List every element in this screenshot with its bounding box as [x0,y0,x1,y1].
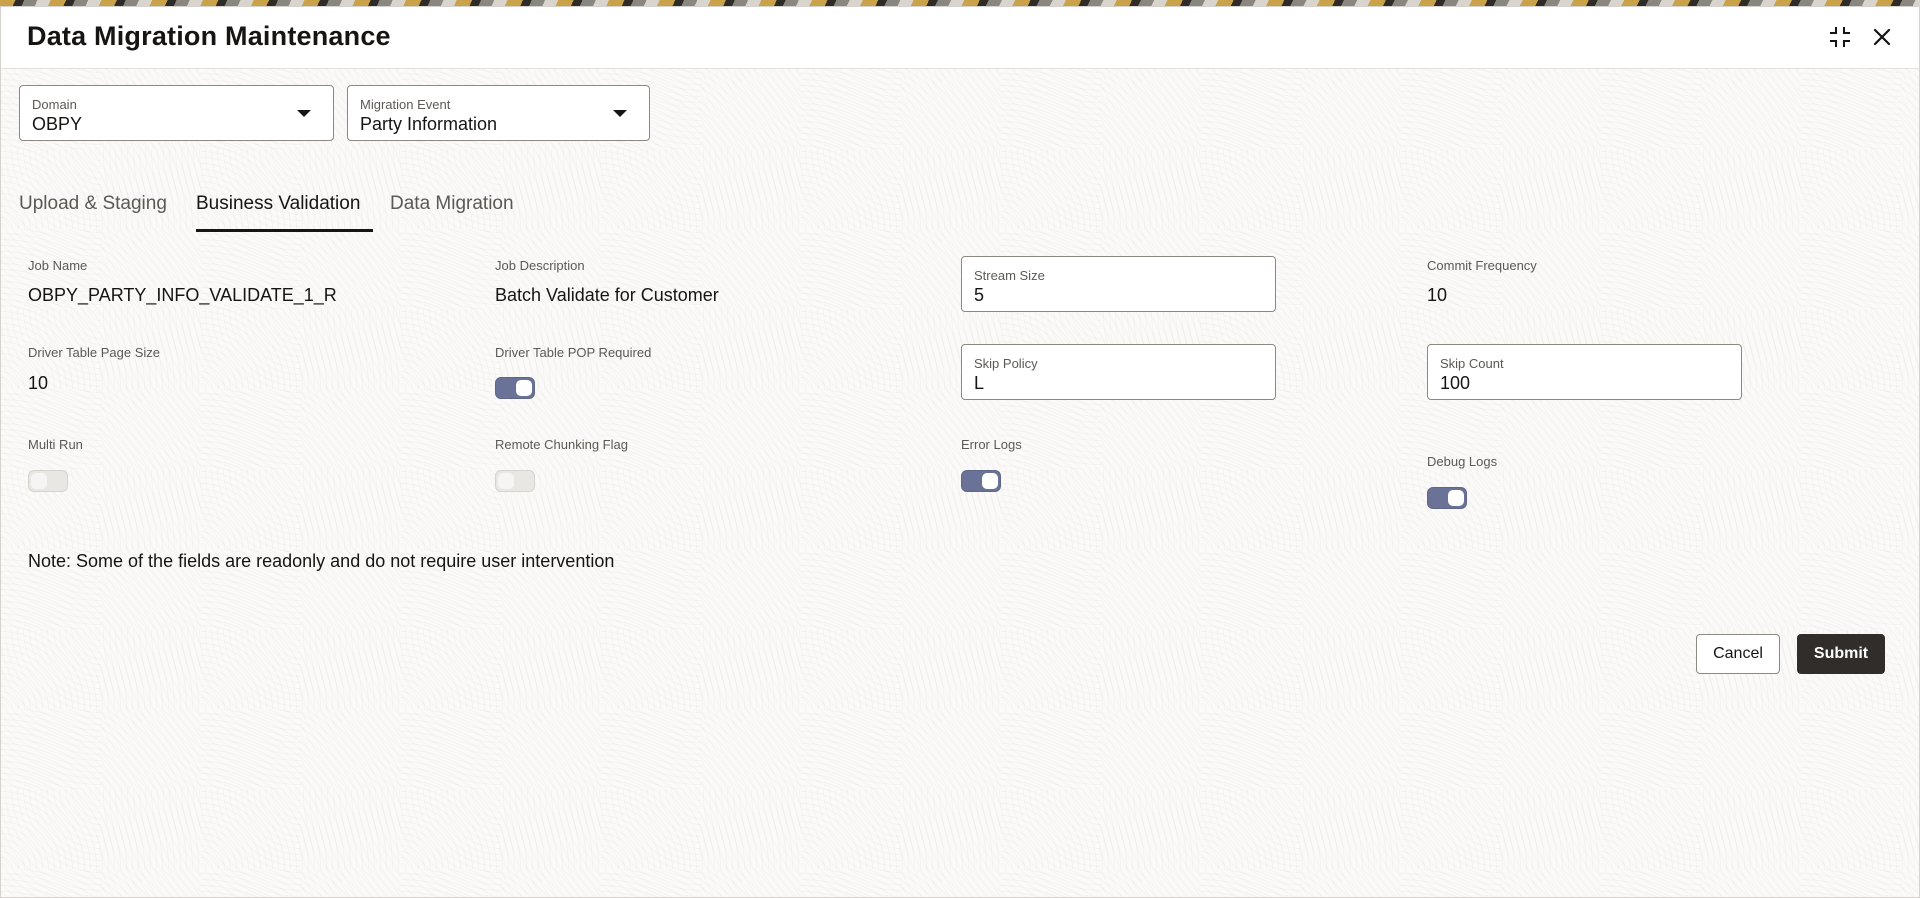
skip-count-label: Skip Count [1440,356,1504,371]
tab-business-validation[interactable]: Business Validation [196,193,360,215]
migration-event-value: Party Information [360,114,498,134]
chevron-down-icon [613,110,627,117]
toggle-knob [498,473,514,489]
remote-chunking-flag-toggle [495,470,535,492]
stream-size-label: Stream Size [974,268,1045,283]
skip-policy-value: L [974,373,985,393]
driver-table-page-size-value: 10 [28,373,49,393]
migration-event-select[interactable]: Migration Event Party Information [347,85,650,141]
error-logs-label: Error Logs [961,437,1022,452]
domain-label: Domain [32,97,77,112]
skip-count-input[interactable]: Skip Count 100 [1427,344,1742,400]
job-description-label: Job Description [495,258,585,273]
remote-chunking-flag-label: Remote Chunking Flag [495,437,628,452]
dialog-title: Data Migration Maintenance [27,21,391,51]
skip-policy-label: Skip Policy [974,356,1038,371]
skip-count-value: 100 [1440,373,1471,393]
stream-size-value: 5 [974,285,985,305]
job-name-label: Job Name [28,258,88,273]
job-name-value: OBPY_PARTY_INFO_VALIDATE_1_R [28,285,337,305]
skip-policy-input[interactable]: Skip Policy L [961,344,1276,400]
domain-value: OBPY [32,114,83,134]
debug-logs-label: Debug Logs [1427,454,1498,469]
tab-data-migration[interactable]: Data Migration [390,193,514,215]
submit-button[interactable]: Submit [1797,634,1885,674]
toggle-knob [1448,490,1464,506]
toggle-knob [516,380,532,396]
dialog-header: Data Migration Maintenance [1,7,1919,69]
commit-frequency-label: Commit Frequency [1427,258,1537,273]
active-tab-indicator [196,229,373,232]
chevron-down-icon [297,110,311,117]
job-description-value: Batch Validate for Customer [495,285,719,305]
stream-size-input[interactable]: Stream Size 5 [961,256,1276,312]
driver-table-pop-required-toggle[interactable] [495,377,535,399]
cancel-button[interactable]: Cancel [1696,634,1780,674]
domain-select[interactable]: Domain OBPY [19,85,334,141]
tab-upload-staging[interactable]: Upload & Staging [19,193,167,215]
toggle-knob [982,473,998,489]
error-logs-toggle[interactable] [961,470,1001,492]
data-migration-dialog: Data Migration Maintenance Domain OBPY M… [0,6,1920,898]
multi-run-toggle [28,470,68,492]
debug-logs-toggle[interactable] [1427,487,1467,509]
toggle-knob [31,473,47,489]
commit-frequency-value: 10 [1427,285,1448,305]
multi-run-label: Multi Run [28,437,83,452]
compress-icon[interactable] [1824,21,1856,53]
readonly-note: Note: Some of the fields are readonly an… [28,551,615,571]
migration-event-label: Migration Event [360,97,451,112]
driver-table-page-size-label: Driver Table Page Size [28,345,160,360]
driver-table-pop-required-label: Driver Table POP Required [495,345,652,360]
close-icon[interactable] [1866,21,1898,53]
